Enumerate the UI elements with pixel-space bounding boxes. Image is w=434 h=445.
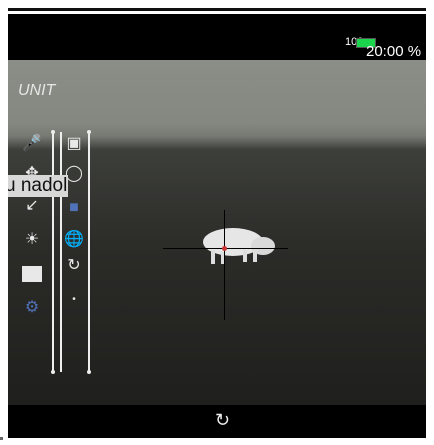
display-icon[interactable] [22, 266, 42, 282]
globe-icon[interactable]: 🌐 [64, 232, 84, 248]
sd-card-alt-icon[interactable]: ■ [64, 200, 84, 216]
bottom-bar: ↻ [8, 405, 426, 438]
top-divider [8, 8, 426, 11]
microphone-icon[interactable]: 🎤 [22, 136, 42, 152]
refresh-icon[interactable]: ↻ [64, 258, 84, 274]
settings-gear-icon[interactable]: ⚙ [22, 300, 42, 316]
battery-percent: 20:00 % [366, 43, 422, 60]
thermal-scene: UNIT 🎤 ✥ ↙ ☀ ⚙ ▣ ◯ ■ 🌐 ↻ • u nadol [8, 60, 426, 405]
info-dot-icon: • [72, 294, 76, 305]
rail-dot-right-top [87, 130, 91, 134]
camera-rotate-icon[interactable]: ↻ [215, 411, 230, 429]
distance-icon[interactable]: ↙ [22, 198, 42, 214]
crosshair-vertical [224, 210, 225, 320]
overlay-caption: u nadol [8, 175, 69, 197]
menu-rail-left [52, 132, 54, 372]
status-bar: 100 20:00 % [8, 14, 426, 60]
brightness-icon[interactable]: ☀ [22, 232, 42, 248]
rail-dot-right-bottom [87, 370, 91, 374]
menu-rail-mid [60, 132, 62, 372]
device-screen: 100 20:00 % UNIT 🎤 ✥ ↙ ☀ ⚙ ▣ ◯ ■ 🌐 ↻ • u… [8, 14, 426, 438]
menu-rail-right [88, 132, 90, 372]
reticle-center-dot [222, 246, 227, 251]
menu-title: UNIT [18, 82, 56, 99]
corner-mark [0, 437, 3, 440]
rail-dot-top [51, 130, 55, 134]
wild-boar [203, 228, 275, 264]
rail-dot-bottom [51, 370, 55, 374]
sd-card-icon[interactable]: ▣ [64, 136, 84, 152]
